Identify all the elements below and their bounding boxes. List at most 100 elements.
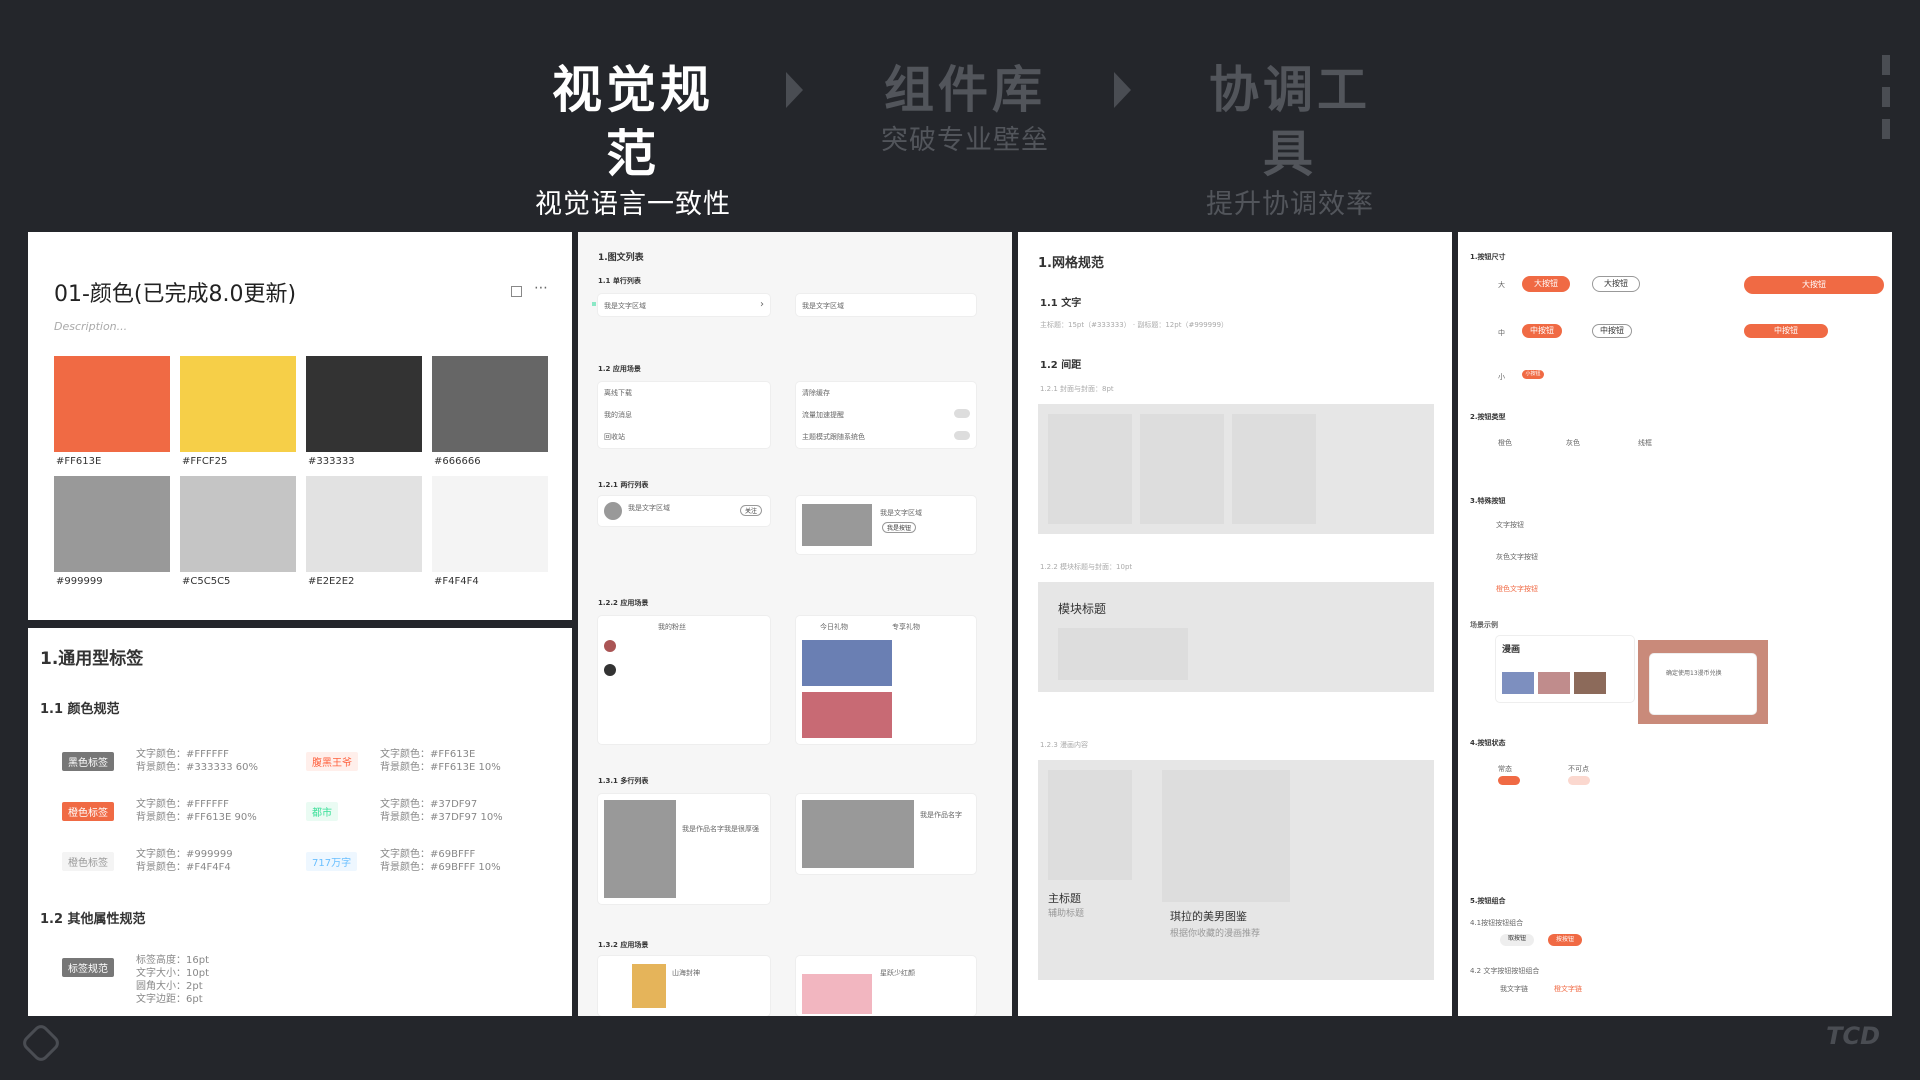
section-desc: 1.2.3 漫画内容 [1040,741,1089,749]
toggle[interactable] [954,409,970,418]
tag-desc: 文字颜色：#FF613E 背景颜色：#FF613E 10% [380,748,501,774]
large-button-wide[interactable]: 大按钮 [1744,276,1884,294]
menu-item[interactable]: 清除缓存 [802,388,830,398]
section-title: 1.3.2 应用场景 [598,941,649,949]
app-card[interactable]: 山海封神 [598,956,770,1016]
cover-placeholder [1140,414,1224,524]
card-title: 琪拉的美男图鉴 [1170,910,1247,923]
section-title: 2.按钮类型 [1470,413,1506,421]
tag-desc: 文字颜色：#37DF97 背景颜色：#37DF97 10% [380,798,503,824]
text-link[interactable]: 我文字链 [1500,984,1528,994]
menu-item[interactable]: 主题模式跟随系统色 [802,432,865,442]
description: Description... [54,320,128,333]
text-button-label[interactable]: 灰色文字按钮 [1496,552,1538,562]
grid-panel: 1.网格规范 1.1 文字 主标题：15pt（#333333） · 副标题：12… [1018,232,1452,1016]
app-card[interactable]: 星跃少红颜 [796,956,976,1016]
large-button-outline[interactable]: 大按钮 [1592,276,1640,292]
text-button-label[interactable]: 文字按钮 [1496,520,1524,530]
mid-button-wide[interactable]: 中按钮 [1744,324,1828,338]
tag-sample: 都市 [306,802,338,821]
settings-card: 离线下载 我的消息 回收站 [598,382,770,448]
large-button[interactable]: 大按钮 [1522,276,1570,292]
list-row[interactable]: 我是文字区域 我是按钮 [796,496,976,554]
tag-bg-color: 背景颜色：#FF613E 10% [380,762,501,773]
text-button-label[interactable]: 橙色文字按钮 [1496,584,1538,594]
tab-gift[interactable]: 今日礼物 [820,622,848,632]
tag-bg-color: 背景颜色：#FF613E 90% [136,812,257,823]
small-button[interactable]: 小按钮 [1522,370,1544,379]
list-row[interactable]: 我是文字区域 关注 [598,496,770,526]
swatch-label: #C5C5C5 [182,576,231,587]
state-button-normal[interactable] [1498,776,1520,785]
color-swatch [432,356,548,452]
tag-text-color: 文字颜色：#69BFFF [380,849,476,860]
type-label: 灰色 [1566,439,1580,447]
step-coordination-tools: 协调工具 提升协调效率 [1190,58,1390,224]
mid-button-outline[interactable]: 中按钮 [1592,324,1632,338]
module-demo: 模块标题 [1038,582,1434,692]
section-title: 1.2 其他属性规范 [40,912,146,927]
avatar [604,502,622,520]
section-title: 1.1 文字 [1040,298,1082,309]
section-title: 1.3.1 多行列表 [598,777,649,785]
step-title: 协调工具 [1209,61,1371,183]
brand-mark: TCD [1826,1022,1880,1050]
menu-item[interactable]: 离线下载 [604,388,632,398]
tab-gift-exclusive[interactable]: 专享礼物 [892,622,920,632]
step-visual-spec: 视觉规范 视觉语言一致性 [528,58,738,224]
menu-item[interactable]: 回收站 [604,432,625,442]
color-swatch [432,476,548,572]
combo-button-orange[interactable]: 按按钮 [1548,934,1582,946]
cover-placeholder [1058,628,1188,680]
process-header: 视觉规范 视觉语言一致性 组件库 突破专业壁垒 协调工具 提升协调效率 [0,58,1920,220]
mid-button[interactable]: 中按钮 [1522,324,1562,338]
cover-image [802,800,914,868]
color-swatch [180,356,296,452]
spacing-marker [592,302,596,306]
tag-bg-color: 背景颜色：#F4F4F4 [136,862,231,873]
toggle[interactable] [954,431,970,440]
state-button-disabled [1568,776,1590,785]
spec-line: 圆角大小：2pt [136,981,203,992]
cover-placeholder [1048,770,1132,880]
list-row[interactable]: 我是作品名字 [796,794,976,874]
tag-text-color: 文字颜色：#999999 [136,849,233,860]
list-panel: 1.图文列表 1.1 单行列表 我是文字区域 › 我是文字区域 1.2 应用场景 … [578,232,1012,1016]
open-external-icon[interactable] [511,286,522,297]
more-icon[interactable]: ⋯ [534,280,548,296]
combo-button-grey[interactable]: 取按钮 [1500,934,1534,946]
avatar [604,640,616,652]
list-row[interactable]: 我是文字区域 › [598,294,770,316]
swatch-label: #333333 [308,456,355,467]
state-label: 不可点 [1568,765,1589,773]
scene-title: 漫画 [1502,645,1521,655]
section-desc: 主标题：15pt（#333333） · 副标题：12pt（#999999） [1040,321,1229,329]
row-text: 我是文字区域 [604,302,646,310]
cover-placeholder [1162,770,1290,902]
follow-button[interactable]: 关注 [739,505,762,516]
size-label: 中 [1498,329,1505,337]
dialog-text: 确定使用13漫币兑换 [1666,670,1722,677]
sub-title: 辅助标题 [1048,909,1085,919]
color-swatch [306,356,422,452]
list-row[interactable]: 我是文字区域 [796,294,976,316]
colors-panel: 01-颜色(已完成8.0更新) ⋯ Description... #FF613E… [28,232,572,620]
section-desc: 1.2.1 封面与封面：8pt [1040,385,1114,393]
color-swatch [54,476,170,572]
chevron-right-icon [1114,72,1131,108]
tag-sample: 717万字 [306,852,358,871]
text-link[interactable]: 橙文字链 [1554,984,1582,994]
tag-sample: 橙色标签 [62,802,114,821]
swatch-label: #E2E2E2 [308,576,355,587]
section-title: 1.1 颜色规范 [40,702,120,717]
action-button[interactable]: 我是按钮 [882,522,917,533]
tag-desc: 文字颜色：#FFFFFF 背景颜色：#FF613E 90% [136,798,257,824]
cover-image [802,640,892,686]
menu-item[interactable]: 流量加速提醒 [802,410,844,420]
menu-item[interactable]: 我的消息 [604,410,632,420]
cover-placeholder [1048,414,1132,524]
section-title: 1.2.2 应用场景 [598,599,649,607]
fans-card: 我的粉丝 [598,616,770,744]
list-row[interactable]: 我是作品名字我是很厚强 [598,794,770,904]
cover-image [802,974,872,1014]
